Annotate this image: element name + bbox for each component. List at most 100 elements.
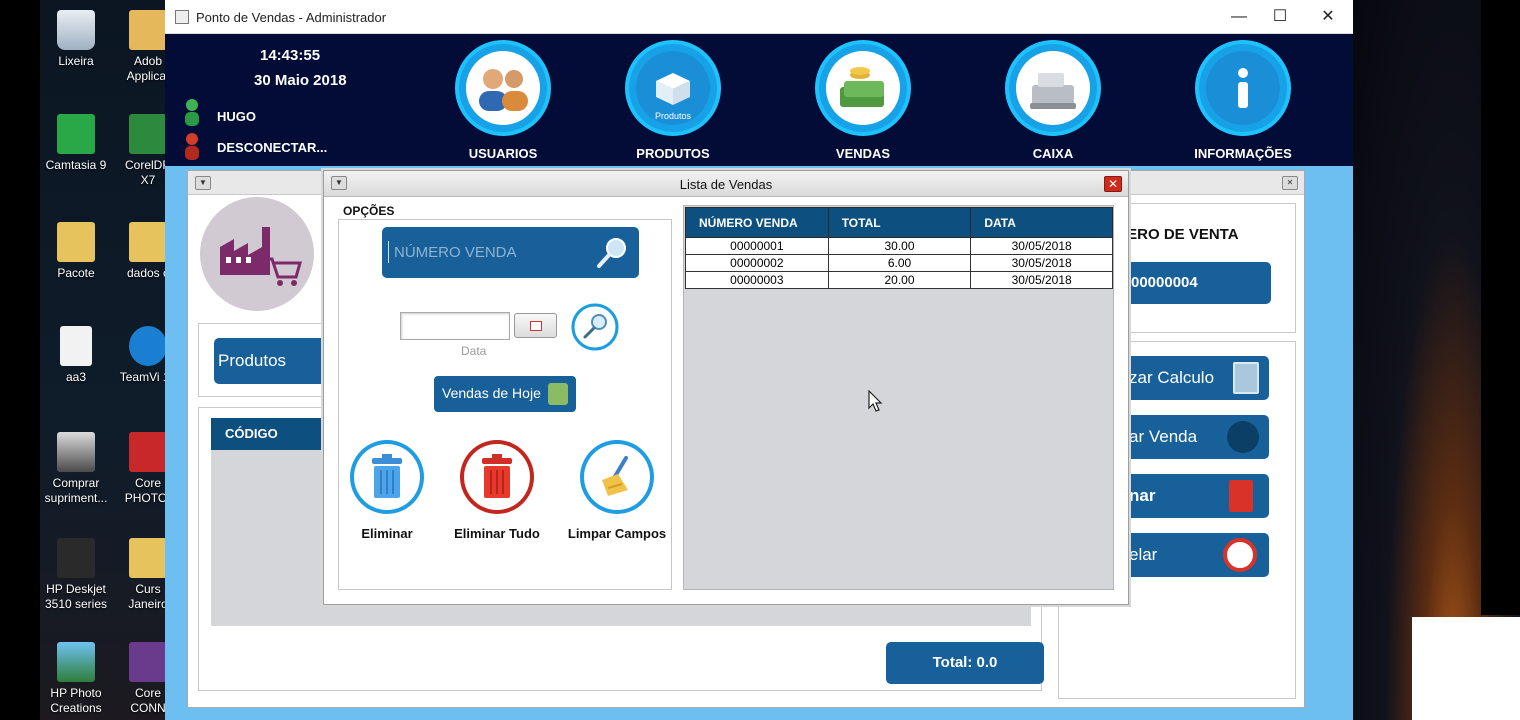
desktop-icon-comprar[interactable]: Comprar supriment...	[44, 432, 108, 506]
adobe-app-icon	[129, 10, 167, 50]
delete-item-button[interactable]: nar	[1123, 474, 1269, 518]
recycle-bin-icon	[57, 10, 95, 50]
close-button[interactable]: ✕	[1313, 6, 1343, 28]
corel-photo-icon	[129, 432, 167, 472]
broom-icon	[602, 456, 628, 496]
dialog-close-button[interactable]: ✕	[1104, 176, 1122, 192]
limpar-campos-label: Limpar Campos	[567, 526, 667, 541]
cell-data: 30/05/2018	[970, 254, 1113, 272]
cart-icon	[1227, 421, 1259, 453]
right-black-bar	[1481, 0, 1520, 615]
sale-number-search-field[interactable]: NÚMERO VENDA	[382, 227, 639, 278]
cancel-icon	[1223, 538, 1257, 572]
folder-icon	[129, 222, 167, 262]
column-header-total[interactable]: TOTAL	[827, 207, 972, 238]
nav-produtos[interactable]: Produtos PRODUTOS	[608, 40, 738, 162]
users-icon	[479, 69, 528, 111]
table-row[interactable]: 00000001 30.00 30/05/2018	[685, 237, 1113, 255]
minimize-button[interactable]: —	[1224, 6, 1254, 28]
trash-red-icon	[482, 454, 512, 498]
desktop-icon-label: Adob Applicat	[126, 54, 170, 83]
desktop-icon-pacote[interactable]: Pacote	[44, 222, 108, 281]
money-icon	[840, 67, 884, 107]
app-icon	[175, 10, 189, 24]
trash-red-icon	[1229, 480, 1253, 512]
desktop-icon-label: HP Photo Creations	[50, 686, 102, 715]
app-header: 14:43:55 30 Maio 2018 HUGO DESCONECTAR..…	[165, 34, 1353, 166]
products-search-button[interactable]: Produtos	[214, 338, 326, 384]
column-header-numero-venda[interactable]: NÚMERO VENDA	[685, 207, 829, 238]
cancel-sale-button[interactable]: elar	[1123, 533, 1269, 577]
cell-data: 30/05/2018	[970, 271, 1113, 289]
desktop-icon-camtasia[interactable]: Camtasia 9	[44, 114, 108, 173]
user-name: HUGO	[217, 109, 256, 124]
desktop-icon-aa3[interactable]: aa3	[44, 326, 108, 385]
cell-total: 20.00	[827, 271, 972, 289]
calendar-button[interactable]	[514, 313, 557, 338]
products-button-label: Produtos	[218, 351, 287, 370]
finalize-sale-button[interactable]: ar Venda	[1123, 415, 1269, 459]
window-titlebar[interactable]: Ponto de Vendas - Administrador — ☐ ✕	[165, 0, 1353, 34]
table-row[interactable]: 00000002 6.00 30/05/2018	[685, 254, 1113, 272]
eliminar-tudo-action[interactable]: Eliminar Tudo	[449, 440, 545, 541]
sale-number-placeholder: NÚMERO VENDA	[394, 244, 517, 261]
desktop-icon-label: Comprar supriment...	[44, 476, 108, 505]
nav-label: INFORMAÇÕES	[1194, 146, 1292, 161]
finalize-sale-button-label: ar Venda	[1129, 427, 1198, 446]
teamviewer-icon	[129, 326, 167, 366]
nav-label: USUARIOS	[468, 146, 538, 161]
todays-sales-button[interactable]: Vendas de Hoje	[434, 376, 576, 412]
cell-numero-venda: 00000002	[685, 254, 829, 272]
dialog-titlebar[interactable]: ▼ Lista de Vendas ✕	[324, 171, 1128, 197]
user-red-icon[interactable]	[181, 132, 203, 162]
cancel-sale-button-label: elar	[1129, 545, 1158, 564]
options-panel: NÚMERO VENDA Data Vendas de Hoje Elimina…	[338, 219, 672, 590]
column-header-data[interactable]: DATA	[970, 207, 1113, 238]
search-icon[interactable]	[594, 235, 630, 271]
nav-usuarios[interactable]: USUARIOS	[438, 40, 568, 162]
desktop-icon-label: HP Deskjet 3510 series	[44, 582, 108, 611]
desktop-icon-lixeira[interactable]: Lixeira	[44, 10, 108, 69]
products-box-icon: Produtos	[655, 73, 692, 121]
white-corner	[1412, 617, 1520, 720]
desktop-icon-hp-deskjet[interactable]: HP Deskjet 3510 series	[44, 538, 108, 612]
table-header-row: NÚMERO VENDA TOTAL DATA	[685, 207, 1113, 238]
mouse-cursor-icon	[868, 390, 883, 412]
total-label: Total: 0.0	[886, 642, 1044, 684]
window-title: Ponto de Vendas - Administrador	[196, 10, 387, 25]
nav-label: PRODUTOS	[636, 146, 710, 161]
factory-icon	[220, 227, 302, 286]
sale-number-value: 00000004	[1123, 262, 1271, 304]
desktop-wallpaper-right	[1353, 0, 1520, 720]
sale-number-label: IERO DE VENTA	[1123, 226, 1239, 243]
left-black-bar	[0, 0, 40, 720]
desktop-icon-label: Lixeira	[58, 54, 94, 68]
maximize-button[interactable]: ☐	[1265, 6, 1295, 28]
date-input[interactable]	[400, 312, 510, 340]
menu-dropdown-icon[interactable]: ▼	[195, 176, 211, 190]
todays-sales-label: Vendas de Hoje	[442, 385, 541, 401]
desktop-icon-hp-photo[interactable]: HP Photo Creations	[44, 642, 108, 716]
date-search-icon[interactable]	[570, 302, 620, 352]
user-green-icon	[185, 99, 199, 126]
limpar-campos-action[interactable]: Limpar Campos	[567, 440, 667, 541]
close-icon[interactable]: ✕	[1282, 176, 1298, 190]
codigo-header: CÓDIGO	[211, 418, 323, 450]
sales-list-dialog: ▼ Lista de Vendas ✕ OPÇÕES NÚMERO VENDA …	[323, 170, 1129, 605]
desktop-icon-label: Core CONN	[130, 686, 166, 715]
desktop: Lixeira Adob Applicat Camtasia 9 CorelDR…	[40, 0, 176, 720]
table-row[interactable]: 00000003 20.00 30/05/2018	[685, 271, 1113, 289]
cell-data: 30/05/2018	[970, 237, 1113, 255]
nav-vendas[interactable]: VENDAS	[798, 40, 928, 162]
eliminar-action[interactable]: Eliminar	[349, 440, 425, 541]
calculate-button[interactable]: zar Calculo	[1123, 356, 1269, 400]
desktop-icon-label: Camtasia 9	[45, 158, 107, 172]
disconnect-link[interactable]: DESCONECTAR...	[217, 140, 327, 155]
desktop-icon-label: aa3	[65, 370, 87, 384]
camtasia-icon	[57, 114, 95, 154]
nav-informacoes[interactable]: INFORMAÇÕES	[1178, 40, 1308, 162]
cash-register-icon	[1030, 73, 1076, 109]
eliminar-label: Eliminar	[361, 526, 413, 541]
nav-caixa[interactable]: CAIXA	[988, 40, 1118, 162]
cell-numero-venda: 00000003	[685, 271, 829, 289]
